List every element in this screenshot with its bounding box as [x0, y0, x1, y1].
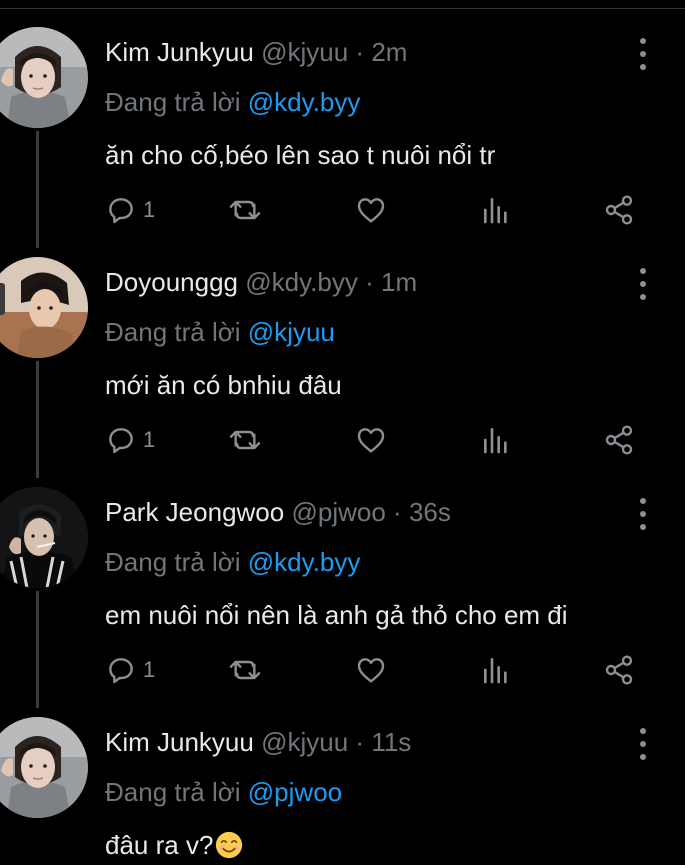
avatar[interactable]	[0, 717, 88, 818]
more-options-button[interactable]	[631, 268, 655, 300]
share-icon	[605, 425, 633, 455]
heart-icon	[357, 658, 385, 683]
like-button[interactable]	[355, 650, 387, 690]
heart-icon	[357, 428, 385, 453]
replying-to-label: Đang trả lời	[105, 87, 248, 117]
replying-to: Đang trả lời @pjwoo	[105, 772, 342, 812]
tweet-text: mới ăn có bnhiu đâu	[105, 370, 342, 400]
display-name[interactable]: Kim Junkyuu	[105, 37, 254, 67]
timestamp[interactable]: 1m	[381, 267, 417, 297]
tweet-text-container: đâu ra v?	[105, 825, 244, 865]
reply-count: 1	[143, 427, 156, 452]
replying-to-label: Đang trả lời	[105, 777, 248, 807]
avatar[interactable]	[0, 27, 88, 128]
reply-button[interactable]: 1	[105, 190, 155, 230]
tweet-header: Kim Junkyuu @kjyuu · 2m	[105, 32, 615, 72]
more-dot	[640, 294, 646, 300]
tweet[interactable]: Doyounggg @kdy.byy · 1m Đang trả lời @kj…	[0, 240, 685, 470]
reply-icon	[109, 428, 133, 454]
smiling-face-emoji	[216, 831, 243, 859]
replying-to: Đang trả lời @kjyuu	[105, 312, 335, 352]
display-name[interactable]: Park Jeongwoo	[105, 497, 284, 527]
analytics-icon	[484, 428, 507, 454]
action-bar: 1	[105, 650, 645, 690]
more-dot	[640, 741, 646, 747]
more-options-button[interactable]	[631, 498, 655, 530]
user-handle[interactable]: @pjwoo	[291, 497, 385, 527]
replying-to: Đang trả lời @kdy.byy	[105, 542, 360, 582]
timestamp[interactable]: 2m	[371, 37, 407, 67]
separator: ·	[365, 267, 374, 297]
tweet-header: Kim Junkyuu @kjyuu · 11s	[105, 722, 615, 762]
tweet-header: Doyounggg @kdy.byy · 1m	[105, 262, 615, 302]
action-bar: 1	[105, 420, 645, 460]
retweet-button[interactable]	[227, 420, 263, 460]
mention-link[interactable]: @kdy.byy	[248, 87, 361, 117]
reply-count: 1	[143, 657, 156, 682]
mention-link[interactable]: @kjyuu	[248, 317, 335, 347]
retweet-icon	[229, 200, 261, 220]
user-handle[interactable]: @kjyuu	[261, 37, 348, 67]
tweet[interactable]: Kim Junkyuu @kjyuu · 2m Đang trả lời @kd…	[0, 10, 685, 240]
more-dot	[640, 51, 646, 57]
more-dot	[640, 281, 646, 287]
display-name[interactable]: Kim Junkyuu	[105, 727, 254, 757]
avatar[interactable]	[0, 487, 88, 588]
retweet-button[interactable]	[227, 650, 263, 690]
separator: ·	[355, 37, 365, 67]
more-vertical-icon	[640, 38, 646, 44]
retweet-icon	[229, 430, 261, 450]
like-button[interactable]	[355, 190, 387, 230]
more-dot	[640, 754, 646, 760]
share-button[interactable]	[603, 190, 635, 230]
separator: ·	[393, 497, 402, 527]
replying-to: Đang trả lời @kdy.byy	[105, 82, 360, 122]
action-bar: 1	[105, 190, 645, 230]
analytics-icon	[484, 658, 507, 684]
share-icon	[605, 655, 633, 685]
more-vertical-icon	[640, 498, 646, 504]
timestamp[interactable]: 11s	[371, 727, 411, 757]
tweet[interactable]: Kim Junkyuu @kjyuu · 11s Đang trả lời @p…	[0, 700, 685, 864]
reply-button[interactable]: 1	[105, 420, 155, 460]
more-dot	[640, 524, 646, 530]
separator: ·	[355, 727, 365, 757]
tweet-text: đâu ra v?	[105, 830, 214, 860]
share-button[interactable]	[603, 650, 635, 690]
retweet-button[interactable]	[227, 190, 263, 230]
heart-icon	[357, 198, 385, 223]
reply-count: 1	[143, 197, 156, 222]
tweet-header: Park Jeongwoo @pjwoo · 36s	[105, 492, 615, 532]
reply-icon	[109, 198, 133, 224]
views-button[interactable]	[480, 420, 512, 460]
top-divider	[0, 8, 685, 9]
more-options-button[interactable]	[631, 38, 655, 70]
more-vertical-icon	[640, 728, 646, 734]
timestamp[interactable]: 36s	[409, 497, 451, 527]
avatar[interactable]	[0, 257, 88, 358]
share-button[interactable]	[603, 420, 635, 460]
more-options-button[interactable]	[631, 728, 655, 760]
display-name[interactable]: Doyounggg	[105, 267, 238, 297]
reply-button[interactable]: 1	[105, 650, 155, 690]
replying-to-label: Đang trả lời	[105, 317, 248, 347]
analytics-icon	[484, 198, 507, 224]
replying-to-label: Đang trả lời	[105, 547, 248, 577]
tweet-text: ăn cho cố,béo lên sao t nuôi nổi tr	[105, 140, 496, 170]
tweet[interactable]: Park Jeongwoo @pjwoo · 36s Đang trả lời …	[0, 470, 685, 700]
more-dot	[640, 511, 646, 517]
more-dot	[640, 64, 646, 70]
user-handle[interactable]: @kdy.byy	[245, 267, 358, 297]
tweet-text: em nuôi nổi nên là anh gả thỏ cho em đi	[105, 600, 568, 630]
views-button[interactable]	[480, 190, 512, 230]
retweet-icon	[229, 660, 261, 680]
like-button[interactable]	[355, 420, 387, 460]
reply-icon	[109, 658, 133, 684]
mention-link[interactable]: @kdy.byy	[248, 547, 361, 577]
more-vertical-icon	[640, 268, 646, 274]
mention-link[interactable]: @pjwoo	[248, 777, 342, 807]
user-handle[interactable]: @kjyuu	[261, 727, 348, 757]
share-icon	[605, 195, 633, 225]
views-button[interactable]	[480, 650, 512, 690]
